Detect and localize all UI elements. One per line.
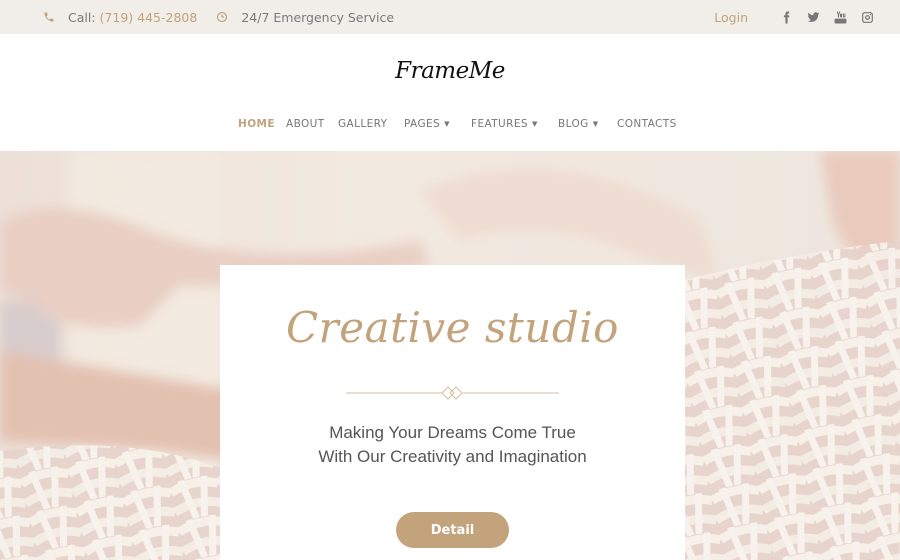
phone-number-link[interactable]: (719) 445-2808 <box>100 10 198 25</box>
nav-label: Blog <box>558 118 589 130</box>
login-link[interactable]: Login <box>714 10 748 25</box>
phone-icon <box>43 11 55 23</box>
nav-item-gallery[interactable]: Gallery <box>338 118 388 130</box>
hero-section: Creative studio Making Your Dreams Come … <box>0 151 900 560</box>
topbar-actions: Login <box>714 0 874 34</box>
detail-button[interactable]: Detail <box>396 512 509 548</box>
chevron-down-icon: ▼ <box>592 120 599 128</box>
chevron-down-icon: ▼ <box>444 120 450 128</box>
nav-item-about[interactable]: About <box>286 118 325 130</box>
nav-label: Home <box>238 118 275 130</box>
nav-label: Pages <box>404 118 441 130</box>
nav-item-pages[interactable]: Pages ▼ <box>404 118 450 130</box>
chevron-down-icon: ▼ <box>531 120 538 128</box>
facebook-icon[interactable] <box>779 10 793 24</box>
contact-info: Call: (719) 445-2808 24/7 Emergency Serv… <box>43 0 394 34</box>
nav-label: Features <box>471 118 528 130</box>
hero-title: Creative studio <box>286 303 619 352</box>
phone-label: Call: <box>68 9 96 25</box>
youtube-icon[interactable] <box>833 10 847 24</box>
nav-label: Contacts <box>617 118 677 130</box>
emergency-service-text: 24/7 Emergency Service <box>241 9 395 25</box>
nav-item-contacts[interactable]: Contacts <box>617 118 677 130</box>
hero-subtitle: Making Your Dreams Come True With Our Cr… <box>318 423 587 466</box>
nav-item-features[interactable]: Features ▼ <box>471 118 538 130</box>
site-logo[interactable]: FrameMe <box>0 58 900 84</box>
twitter-icon[interactable] <box>806 10 820 24</box>
site-header: FrameMe Home About Gallery Pages ▼ Featur… <box>0 34 900 151</box>
top-bar: Call: (719) 445-2808 24/7 Emergency Serv… <box>0 0 900 34</box>
nav-item-blog[interactable]: Blog ▼ <box>558 118 598 130</box>
main-nav: Home About Gallery Pages ▼ Features ▼ Blog… <box>0 118 900 134</box>
ornament-divider <box>346 386 559 400</box>
instagram-icon[interactable] <box>860 10 874 24</box>
nav-label: Gallery <box>338 118 388 130</box>
hero-card: Creative studio Making Your Dreams Come … <box>220 265 685 560</box>
nav-label: About <box>286 118 325 130</box>
nav-item-home[interactable]: Home <box>238 118 275 130</box>
clock-icon <box>216 11 228 23</box>
